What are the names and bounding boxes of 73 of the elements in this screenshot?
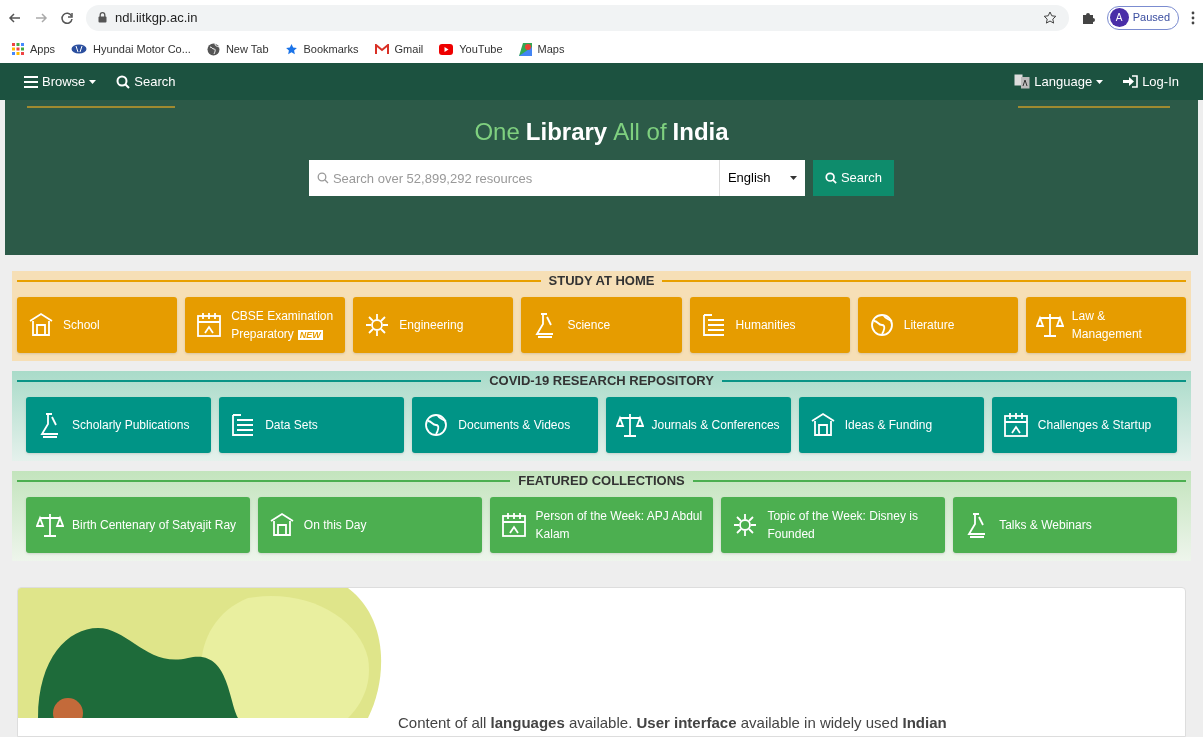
category-button[interactable]: Law & Management (1025, 297, 1186, 353)
globe-icon (206, 42, 220, 56)
section-title: STUDY AT HOME (547, 272, 656, 291)
bookmark-link[interactable]: Apps (12, 40, 56, 58)
apps-grid-icon (12, 43, 24, 55)
search-button[interactable]: Search (812, 160, 895, 196)
title-word: All of (613, 117, 667, 147)
menu-icon (24, 75, 38, 88)
reload-icon[interactable] (60, 10, 74, 25)
category-button[interactable]: Person of the Week: APJ Abdul Kalam (489, 497, 714, 553)
category-icon (615, 411, 644, 439)
category-icon (1001, 411, 1030, 439)
category-button[interactable]: CBSE Examination Preparatory NEW (185, 297, 346, 353)
description-text: Content of all languages available. User interface available in widely used Indian (398, 712, 947, 733)
url-text: ndl.iitkgp.ac.in (115, 8, 199, 27)
login-link[interactable]: Log-In (1123, 71, 1179, 92)
category-button[interactable]: Birth Centenary of Satyajit Ray (26, 497, 250, 553)
star-icon[interactable] (1042, 10, 1057, 25)
title-word: Library (525, 117, 608, 147)
search-icon (824, 172, 837, 184)
language-dropdown[interactable]: English (718, 160, 805, 196)
mail-icon (374, 43, 389, 55)
category-button[interactable]: Literature (857, 297, 1018, 353)
caret-icon (1096, 79, 1104, 84)
bookmark-link[interactable]: New Tab (206, 40, 269, 58)
bookmark-link[interactable]: YouTube (439, 40, 503, 58)
category-button[interactable]: Challenges & Startup (991, 397, 1178, 453)
category-icon (1035, 311, 1064, 339)
lock-icon (98, 12, 107, 23)
browse-menu[interactable]: Browse (24, 71, 97, 92)
oval-logo-icon (71, 44, 88, 54)
title-word: India (672, 117, 729, 147)
category-button[interactable]: On this Day (257, 497, 482, 553)
more-icon[interactable] (1191, 10, 1195, 25)
category-button[interactable]: Data Sets (219, 397, 405, 453)
search-field[interactable]: Search over 52,899,292 resources (308, 160, 719, 196)
category-button[interactable]: Science (521, 297, 682, 353)
search-link[interactable]: Search (116, 71, 176, 92)
language-menu[interactable]: Language (1014, 71, 1104, 92)
profile-status: Paused (1132, 10, 1170, 26)
bookmark-link[interactable]: Maps (518, 40, 565, 58)
category-icon (27, 311, 55, 339)
address-bar[interactable]: ndl.iitkgp.ac.in (86, 4, 1069, 31)
login-icon (1123, 75, 1139, 88)
category-button[interactable]: Scholarly Publications (26, 397, 212, 453)
bookmark-link[interactable]: Hyundai Motor Co... (71, 40, 191, 58)
category-button[interactable]: Engineering (353, 297, 514, 353)
search-icon (116, 74, 131, 89)
puzzle-icon[interactable] (1080, 10, 1095, 25)
category-button[interactable]: Talks & Webinars (953, 497, 1177, 553)
category-button[interactable]: Topic of the Week: Disney is Founded (721, 497, 946, 553)
caret-icon (789, 176, 797, 180)
category-icon (499, 511, 528, 539)
section-title: COVID-19 RESEARCH REPOSITORY (488, 372, 715, 391)
star-icon (284, 42, 298, 56)
category-icon (36, 511, 64, 539)
category-button[interactable]: Humanities (689, 297, 850, 353)
category-button[interactable]: Ideas & Funding (798, 397, 984, 453)
category-button[interactable]: School (17, 297, 178, 353)
search-icon (316, 172, 329, 184)
bookmark-link[interactable]: Bookmarks (284, 40, 359, 58)
caret-icon (89, 79, 97, 84)
category-button[interactable]: Documents & Videos (412, 397, 598, 453)
new-badge: NEW (297, 329, 323, 340)
bookmark-link[interactable]: Gmail (374, 40, 424, 58)
category-button[interactable]: Journals & Conferences (605, 397, 791, 453)
section-title: FEATURED COLLECTIONS (517, 472, 686, 491)
translate-icon (1014, 74, 1031, 89)
avatar: A (1109, 8, 1129, 27)
back-icon[interactable] (8, 10, 22, 25)
title-word: One (474, 117, 520, 147)
category-icon (195, 311, 224, 339)
play-icon (439, 43, 454, 55)
